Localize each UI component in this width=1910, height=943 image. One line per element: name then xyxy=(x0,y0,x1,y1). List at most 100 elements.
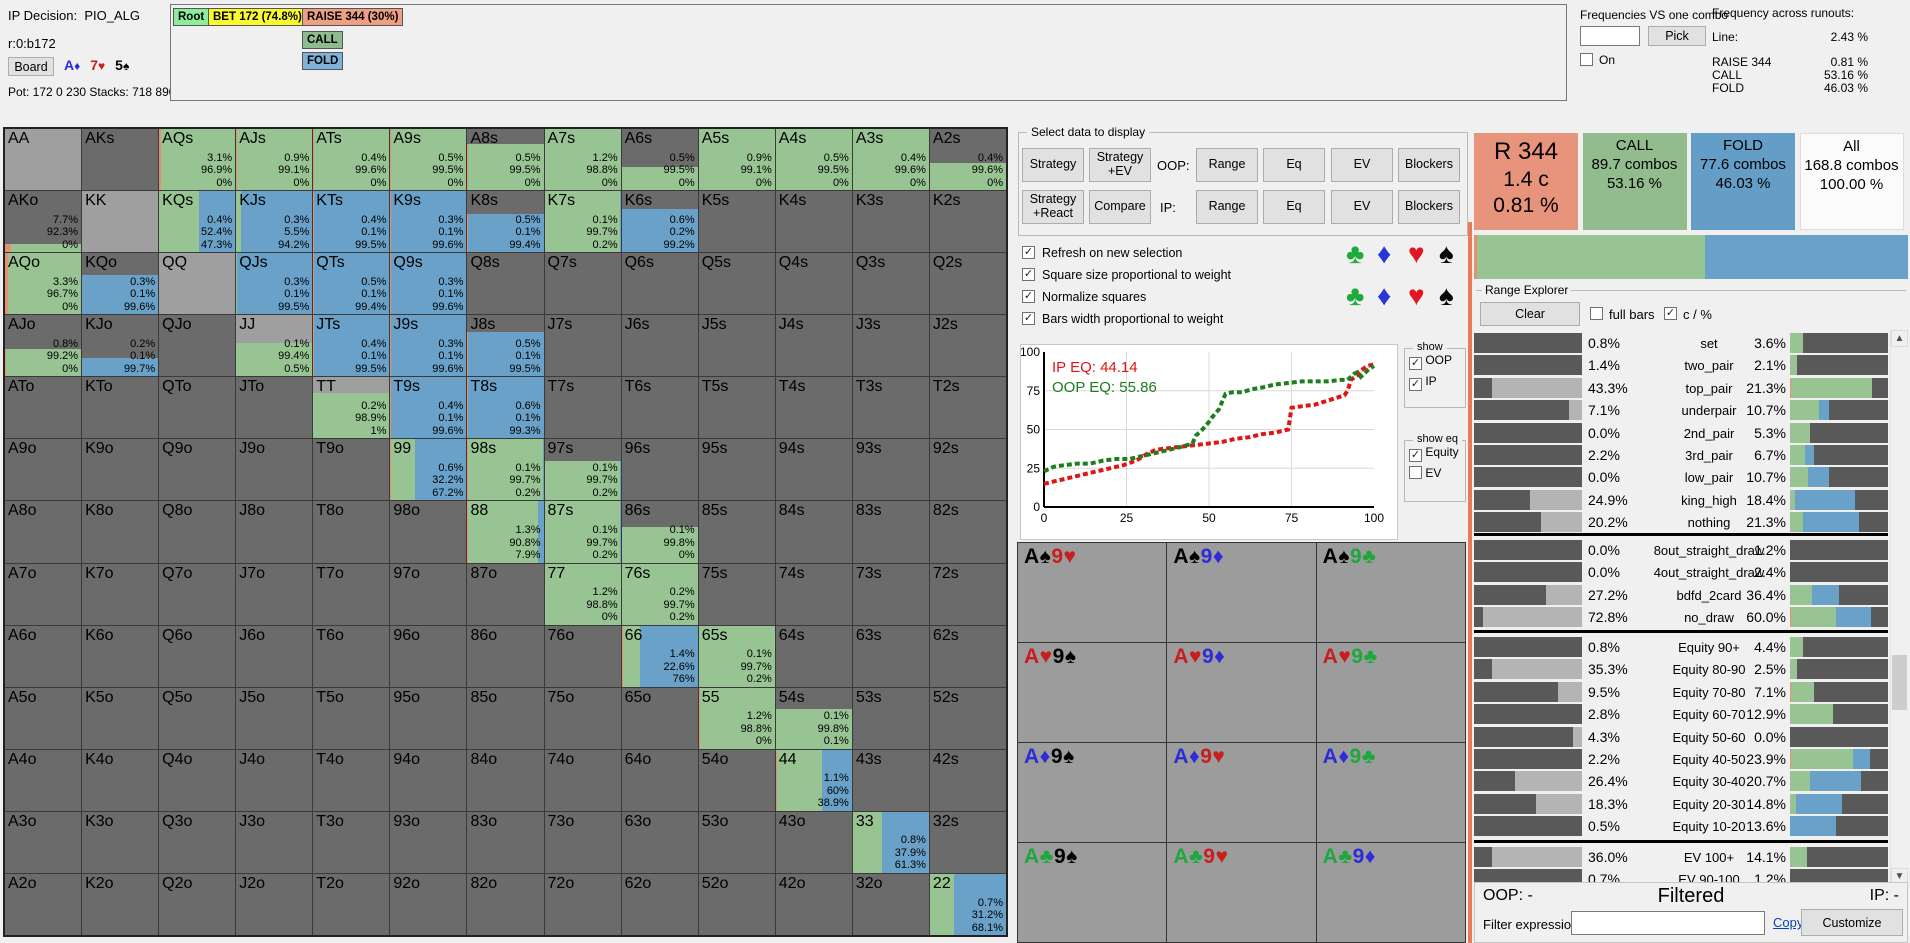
matrix-cell-KTo[interactable]: KTo xyxy=(82,377,158,438)
matrix-cell-A4s[interactable]: A4s0.5%99.5%0% xyxy=(776,129,852,190)
combo-cell-As9d[interactable]: A♠9♦ xyxy=(1167,543,1315,642)
clear-button[interactable]: Clear xyxy=(1480,302,1580,326)
matrix-cell-AKs[interactable]: AKs xyxy=(82,129,158,190)
matrix-cell-K3s[interactable]: K3s xyxy=(853,191,929,252)
matrix-cell-43o[interactable]: 43o xyxy=(776,812,852,873)
matrix-cell-A7o[interactable]: A7o xyxy=(5,564,81,625)
matrix-cell-92s[interactable]: 92s xyxy=(930,439,1006,500)
matrix-cell-75o[interactable]: 75o xyxy=(545,688,621,749)
matrix-cell-AA[interactable]: AA xyxy=(5,129,81,190)
matrix-cell-K7o[interactable]: K7o xyxy=(82,564,158,625)
matrix-cell-ATo[interactable]: ATo xyxy=(5,377,81,438)
matrix-cell-J6o[interactable]: J6o xyxy=(236,626,312,687)
combo-cell-Ah9c[interactable]: A♥9♣ xyxy=(1317,643,1465,742)
pick-button[interactable]: Pick xyxy=(1648,26,1706,46)
matrix-cell-J4s[interactable]: J4s xyxy=(776,315,852,376)
matrix-cell-22[interactable]: 220.7%31.2%68.1% xyxy=(930,874,1006,935)
matrix-cell-Q9o[interactable]: Q9o xyxy=(159,439,235,500)
compare-button[interactable]: Compare xyxy=(1089,190,1151,224)
range-row-4out_straight_draw[interactable]: 0.0% 4out_straight_draw 2.4% xyxy=(1474,562,1888,582)
matrix-cell-63o[interactable]: 63o xyxy=(622,812,698,873)
range-row-Equity_20_30[interactable]: 18.3% Equity 20-30 14.8% xyxy=(1474,794,1888,814)
matrix-cell-AQs[interactable]: AQs3.1%96.9%0% xyxy=(159,129,235,190)
matrix-cell-87s[interactable]: 87s0.1%99.7%0.2% xyxy=(545,501,621,562)
matrix-cell-95o[interactable]: 95o xyxy=(390,688,466,749)
scroll-up-icon[interactable]: ▲ xyxy=(1891,330,1908,347)
matrix-cell-QQ[interactable]: QQ xyxy=(159,253,235,314)
combo-cell-Ad9s[interactable]: A♦9♠ xyxy=(1018,743,1166,842)
matrix-cell-82o[interactable]: 82o xyxy=(467,874,543,935)
matrix-cell-86s[interactable]: 86s0.1%99.8%0% xyxy=(622,501,698,562)
show-checkbox-ip[interactable]: ✓ IP xyxy=(1409,374,1465,391)
show-eq-checkbox-equity[interactable]: ✓ Equity xyxy=(1409,445,1465,462)
range-row-2nd_pair[interactable]: 0.0% 2nd_pair 5.3% xyxy=(1474,423,1888,443)
diamond-suit-icon[interactable]: ♦ xyxy=(1377,238,1391,270)
matrix-cell-Q6s[interactable]: Q6s xyxy=(622,253,698,314)
matrix-cell-K5s[interactable]: K5s xyxy=(699,191,775,252)
range-row-3rd_pair[interactable]: 2.2% 3rd_pair 6.7% xyxy=(1474,445,1888,465)
club-suit-icon[interactable]: ♣ xyxy=(1346,280,1364,312)
range-row-Equity_40_50[interactable]: 2.2% Equity 40-50 23.9% xyxy=(1474,749,1888,769)
matrix-cell-A9s[interactable]: A9s0.5%99.5%0% xyxy=(390,129,466,190)
matrix-cell-65s[interactable]: 65s0.1%99.7%0.2% xyxy=(699,626,775,687)
combo-cell-As9h[interactable]: A♠9♥ xyxy=(1018,543,1166,642)
matrix-cell-97s[interactable]: 97s0.1%99.7%0.2% xyxy=(545,439,621,500)
matrix-cell-86o[interactable]: 86o xyxy=(467,626,543,687)
range-row-two_pair[interactable]: 1.4% two_pair 2.1% xyxy=(1474,355,1888,375)
matrix-cell-72s[interactable]: 72s xyxy=(930,564,1006,625)
matrix-cell-Q5s[interactable]: Q5s xyxy=(699,253,775,314)
matrix-cell-KK[interactable]: KK xyxy=(82,191,158,252)
matrix-cell-A7s[interactable]: A7s1.2%98.8%0% xyxy=(545,129,621,190)
matrix-cell-J2s[interactable]: J2s xyxy=(930,315,1006,376)
matrix-cell-76o[interactable]: 76o xyxy=(545,626,621,687)
matrix-cell-K6o[interactable]: K6o xyxy=(82,626,158,687)
matrix-cell-K9s[interactable]: K9s0.3%0.1%99.6% xyxy=(390,191,466,252)
option-checkbox-2[interactable]: ✓ xyxy=(1022,290,1035,303)
matrix-cell-J5s[interactable]: J5s xyxy=(699,315,775,376)
matrix-cell-54o[interactable]: 54o xyxy=(699,750,775,811)
matrix-cell-94o[interactable]: 94o xyxy=(390,750,466,811)
tree-node-root[interactable]: Root xyxy=(173,8,209,26)
matrix-cell-98o[interactable]: 98o xyxy=(390,501,466,562)
matrix-cell-53s[interactable]: 53s xyxy=(853,688,929,749)
matrix-cell-Q8o[interactable]: Q8o xyxy=(159,501,235,562)
matrix-cell-32o[interactable]: 32o xyxy=(853,874,929,935)
matrix-cell-97o[interactable]: 97o xyxy=(390,564,466,625)
range-row-no_draw[interactable]: 72.8% no_draw 60.0% xyxy=(1474,607,1888,627)
matrix-cell-J8o[interactable]: J8o xyxy=(236,501,312,562)
matrix-cell-A9o[interactable]: A9o xyxy=(5,439,81,500)
tree-node-raise[interactable]: RAISE 344 (30%) xyxy=(302,8,403,26)
matrix-cell-Q4o[interactable]: Q4o xyxy=(159,750,235,811)
copy-link[interactable]: Copy xyxy=(1773,915,1803,930)
matrix-cell-KJs[interactable]: KJs0.3%5.5%94.2% xyxy=(236,191,312,252)
matrix-cell-44[interactable]: 441.1%60%38.9% xyxy=(776,750,852,811)
matrix-cell-QJs[interactable]: QJs0.3%0.1%99.5% xyxy=(236,253,312,314)
matrix-cell-83o[interactable]: 83o xyxy=(467,812,543,873)
matrix-cell-93s[interactable]: 93s xyxy=(853,439,929,500)
range-row-Equity_90_[interactable]: 0.8% Equity 90+ 4.4% xyxy=(1474,637,1888,657)
matrix-cell-K7s[interactable]: K7s0.1%99.7%0.2% xyxy=(545,191,621,252)
matrix-cell-87o[interactable]: 87o xyxy=(467,564,543,625)
matrix-cell-KQo[interactable]: KQo0.3%0.1%99.6% xyxy=(82,253,158,314)
board-button[interactable]: Board xyxy=(8,57,54,76)
range-row-Equity_10_20[interactable]: 0.5% Equity 10-20 13.6% xyxy=(1474,816,1888,836)
matrix-cell-QJo[interactable]: QJo xyxy=(159,315,235,376)
matrix-cell-A4o[interactable]: A4o xyxy=(5,750,81,811)
matrix-cell-A2o[interactable]: A2o xyxy=(5,874,81,935)
matrix-cell-A5s[interactable]: A5s0.9%99.1%0% xyxy=(699,129,775,190)
matrix-cell-KQs[interactable]: KQs0.4%52.4%47.3% xyxy=(159,191,235,252)
matrix-cell-66[interactable]: 661.4%22.6%76% xyxy=(622,626,698,687)
combo-cell-Ad9c[interactable]: A♦9♣ xyxy=(1317,743,1465,842)
matrix-cell-J9s[interactable]: J9s0.3%0.1%99.6% xyxy=(390,315,466,376)
range-row-king_high[interactable]: 24.9% king_high 18.4% xyxy=(1474,490,1888,510)
matrix-cell-42s[interactable]: 42s xyxy=(930,750,1006,811)
matrix-cell-53o[interactable]: 53o xyxy=(699,812,775,873)
matrix-cell-54s[interactable]: 54s0.1%99.8%0.1% xyxy=(776,688,852,749)
matrix-cell-33[interactable]: 330.8%37.9%61.3% xyxy=(853,812,929,873)
matrix-cell-Q4s[interactable]: Q4s xyxy=(776,253,852,314)
matrix-cell-JJ[interactable]: JJ0.1%99.4%0.5% xyxy=(236,315,312,376)
ip-ev-button[interactable]: EV xyxy=(1331,190,1393,224)
matrix-cell-32s[interactable]: 32s xyxy=(930,812,1006,873)
combo-cell-As9c[interactable]: A♠9♣ xyxy=(1317,543,1465,642)
matrix-cell-98s[interactable]: 98s0.1%99.7%0.2% xyxy=(467,439,543,500)
